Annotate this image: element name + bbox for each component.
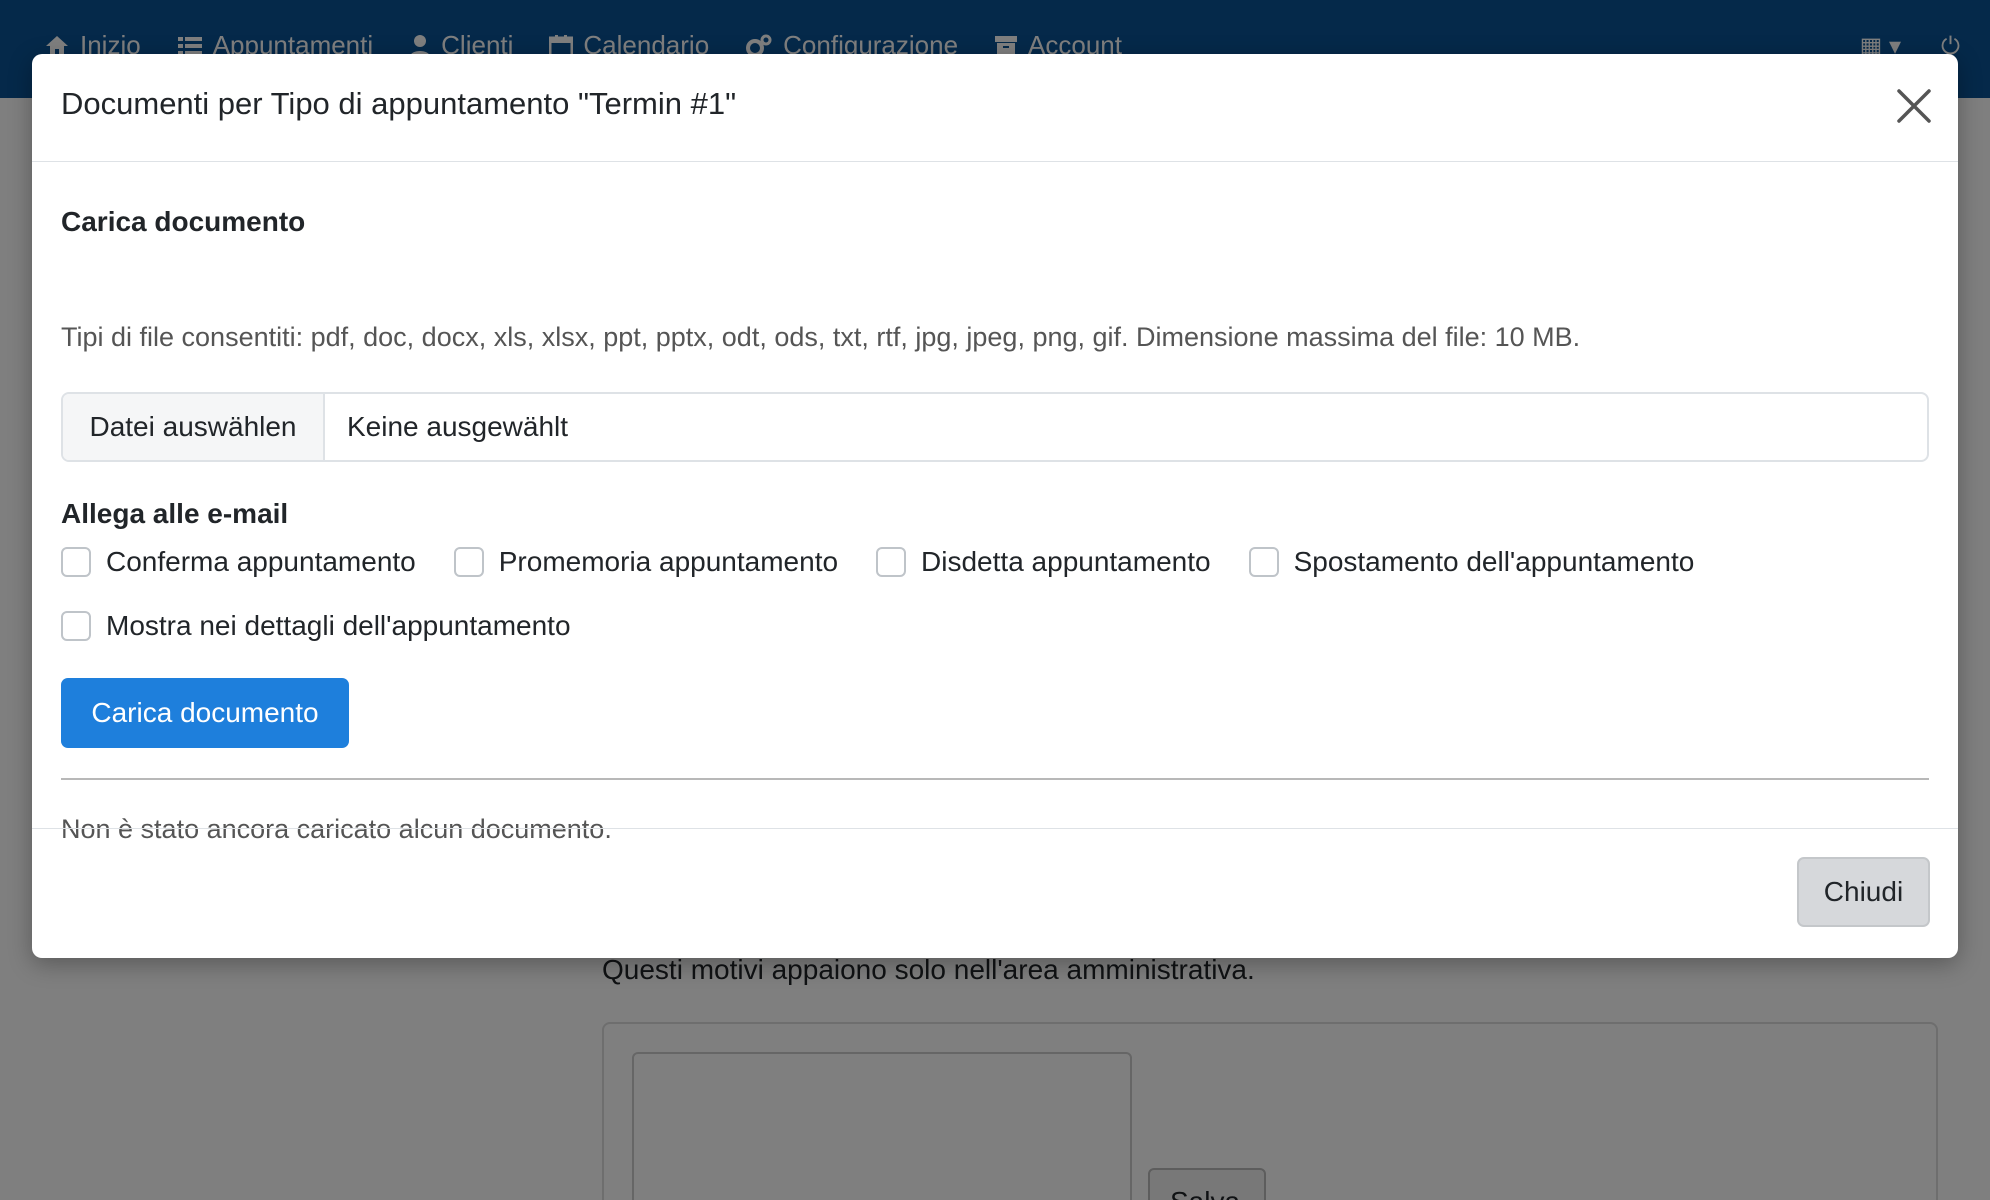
checkbox-label: Disdetta appuntamento (921, 546, 1211, 577)
close-icon (1897, 89, 1931, 123)
close-modal-button[interactable]: Chiudi (1797, 857, 1930, 927)
divider (61, 778, 1929, 780)
upload-document-button[interactable]: Carica documento (61, 678, 349, 748)
checkbox-label: Promemoria appuntamento (498, 546, 839, 577)
file-status: Keine ausgewählt (347, 411, 569, 442)
modal-footer: Chiudi (32, 828, 1958, 958)
choose-file-button[interactable]: Datei auswählen (63, 394, 325, 460)
checkbox-reminder[interactable]: Promemoria appuntamento (453, 546, 839, 578)
checkbox-label: Conferma appuntamento (106, 546, 416, 577)
allowed-types-text: Tipi di file consentiti: pdf, doc, docx,… (61, 322, 1581, 352)
checkbox-input[interactable] (61, 547, 91, 577)
modal-title: Documenti per Tipo di appuntamento "Term… (61, 86, 737, 121)
file-input[interactable]: Datei auswählen Keine ausgewählt (61, 392, 1929, 462)
modal-header: Documenti per Tipo di appuntamento "Term… (32, 54, 1958, 162)
upload-section-title: Carica documento (61, 206, 306, 237)
checkbox-label: Spostamento dell'appuntamento (1293, 546, 1695, 577)
checkbox-confirmation[interactable]: Conferma appuntamento (61, 546, 416, 578)
details-checkbox-row: Mostra nei dettagli dell'appuntamento (61, 610, 609, 642)
checkbox-label: Mostra nei dettagli dell'appuntamento (106, 610, 571, 641)
checkbox-cancellation[interactable]: Disdetta appuntamento (876, 546, 1211, 578)
email-checkbox-row: Conferma appuntamento Promemoria appunta… (61, 546, 1732, 578)
checkbox-input[interactable] (453, 547, 484, 577)
attach-section-title: Allega alle e-mail (61, 498, 289, 529)
checkbox-rescheduling[interactable]: Spostamento dell'appuntamento (1248, 546, 1695, 578)
checkbox-show-in-details[interactable]: Mostra nei dettagli dell'appuntamento (61, 610, 571, 642)
checkbox-input[interactable] (876, 547, 907, 577)
checkbox-input[interactable] (61, 611, 91, 641)
documents-modal: Documenti per Tipo di appuntamento "Term… (32, 54, 1958, 958)
checkbox-input[interactable] (1248, 547, 1279, 577)
close-button[interactable] (1894, 86, 1934, 126)
